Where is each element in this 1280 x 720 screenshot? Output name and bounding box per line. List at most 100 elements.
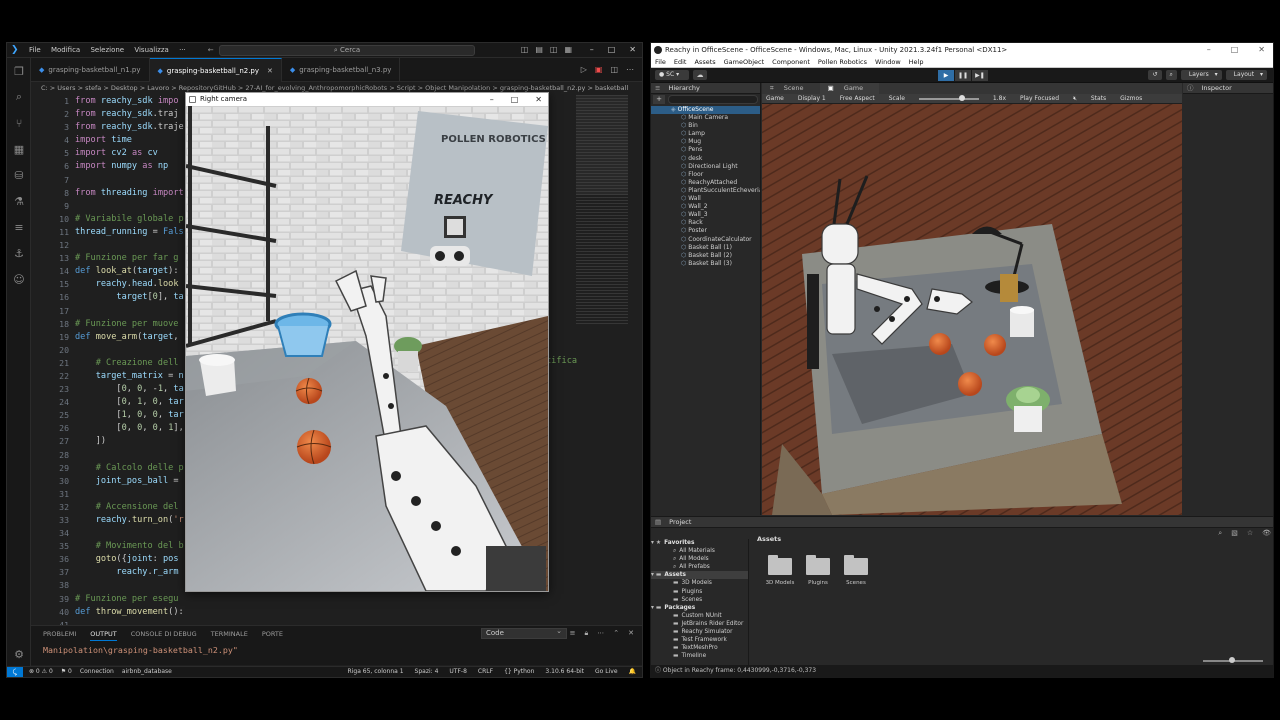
- display-dropdown[interactable]: Display 1: [798, 94, 826, 103]
- tab-scene[interactable]: ⌗ Scene: [762, 83, 820, 94]
- tab-problems[interactable]: PROBLEMI: [43, 630, 76, 641]
- status-connection[interactable]: Connection: [80, 667, 114, 677]
- unity-menu-edit[interactable]: Edit: [674, 57, 687, 67]
- filter-list-icon[interactable]: ≡: [570, 629, 576, 638]
- customize-layout-icon[interactable]: ▦: [564, 45, 572, 54]
- hierarchy-item[interactable]: ⬡ PlantSucculentEcheveria: [651, 187, 760, 195]
- folder-plugins[interactable]: Plugins: [803, 555, 833, 586]
- status-indent[interactable]: Spazi: 4: [415, 667, 439, 677]
- remote-indicator-icon[interactable]: ⤹: [7, 667, 23, 677]
- project-tree-item[interactable]: ▬ JetBrains Rider Editor: [651, 620, 748, 628]
- cloud-icon[interactable]: ☁: [693, 70, 707, 80]
- maximize-icon[interactable]: □: [1231, 43, 1239, 57]
- unity-menu-help[interactable]: Help: [909, 57, 924, 67]
- stats-button[interactable]: Stats: [1091, 94, 1106, 103]
- unity-menu-component[interactable]: Component: [772, 57, 810, 67]
- toggle-panel-icon[interactable]: ▤: [535, 45, 543, 54]
- project-tree-item[interactable]: ▬ Timeline: [651, 652, 748, 660]
- hierarchy-item[interactable]: ⬡ Floor: [651, 171, 760, 179]
- close-icon[interactable]: ✕: [1258, 43, 1265, 57]
- icon-size-slider[interactable]: [1203, 657, 1263, 663]
- toggle-secondary-icon[interactable]: ◫: [550, 45, 558, 54]
- project-tree-item[interactable]: ▬ Reachy Simulator: [651, 628, 748, 636]
- project-tree-item[interactable]: ⌕ All Prefabs: [651, 563, 748, 571]
- minimize-icon[interactable]: –: [590, 45, 594, 54]
- minimap-viewport[interactable]: [576, 95, 628, 195]
- hierarchy-item[interactable]: ⬡ Mug: [651, 138, 760, 146]
- project-tree-item[interactable]: ⌕ All Materials: [651, 547, 748, 555]
- pause-button[interactable]: ❚❚: [955, 70, 971, 81]
- game-dropdown[interactable]: Game: [766, 94, 784, 103]
- minimize-icon[interactable]: –: [1207, 43, 1211, 57]
- close-icon[interactable]: ✕: [629, 45, 636, 54]
- close-panel-icon[interactable]: ✕: [628, 629, 634, 638]
- unity-menu-file[interactable]: File: [655, 57, 666, 67]
- aspect-dropdown[interactable]: Free Aspect: [840, 94, 875, 103]
- history-icon[interactable]: ↺: [1148, 70, 1162, 80]
- favorites-header[interactable]: ▾ ★ Favorites: [651, 539, 748, 547]
- lock-icon[interactable]: 🔒︎: [585, 629, 589, 638]
- project-tree-item[interactable]: ▬ Test Framework: [651, 636, 748, 644]
- testing-icon[interactable]: ⚗: [7, 188, 31, 214]
- status-ports[interactable]: ⚑ 0: [61, 667, 72, 677]
- tab-file-3[interactable]: ◆ grasping-basketball_n3.py: [282, 58, 401, 82]
- close-icon[interactable]: ✕: [535, 93, 542, 106]
- packages-header[interactable]: ▾ ▬ Packages: [651, 604, 748, 612]
- unity-menu-pollen[interactable]: Pollen Robotics: [818, 57, 867, 67]
- hierarchy-item[interactable]: ⬡ Bin: [651, 122, 760, 130]
- status-database[interactable]: airbnb_database: [122, 667, 172, 677]
- hierarchy-title[interactable]: Hierarchy: [668, 83, 699, 93]
- unity-menu-window[interactable]: Window: [875, 57, 901, 67]
- maximize-icon[interactable]: □: [511, 93, 519, 106]
- extensions-icon[interactable]: ▦: [7, 136, 31, 162]
- hierarchy-item[interactable]: ⬡ Main Camera: [651, 114, 760, 122]
- tab-terminal[interactable]: TERMINALE: [211, 630, 248, 641]
- layout-dropdown[interactable]: Layout ▾: [1225, 70, 1267, 80]
- play-focused-dropdown[interactable]: Play Focused: [1020, 94, 1059, 103]
- hierarchy-item[interactable]: ⬡ Basket Ball (3): [651, 260, 760, 268]
- hierarchy-item[interactable]: ⬡ Pens: [651, 146, 760, 154]
- hierarchy-item[interactable]: ⬡ Lamp: [651, 130, 760, 138]
- hierarchy-item[interactable]: ⬡ Wall_3: [651, 211, 760, 219]
- hierarchy-item[interactable]: ⬡ Wall: [651, 195, 760, 203]
- toggle-sidebar-icon[interactable]: ◫: [521, 45, 529, 54]
- search-icon[interactable]: ⌕: [7, 84, 31, 110]
- folder-3d-models[interactable]: 3D Models: [765, 555, 795, 586]
- layers-dropdown[interactable]: Layers ▾: [1180, 70, 1222, 80]
- settings-gear-icon[interactable]: ⚙: [7, 641, 31, 667]
- unity-menu-gameobject[interactable]: GameObject: [724, 57, 765, 67]
- tab-close-icon[interactable]: ✕: [267, 59, 273, 83]
- more-actions-icon[interactable]: ⋯: [626, 65, 634, 74]
- menu-file[interactable]: File: [29, 46, 41, 54]
- more-icon[interactable]: ⋯: [597, 629, 604, 638]
- hierarchy-item[interactable]: ⬡ Basket Ball (1): [651, 244, 760, 252]
- tab-file-2[interactable]: ◆ grasping-basketball_n2.py ✕: [149, 58, 282, 83]
- status-encoding[interactable]: UTF-8: [449, 667, 467, 677]
- menu-modifica[interactable]: Modifica: [51, 46, 80, 54]
- tab-file-1[interactable]: ◆ grasping-basketball_n1.py: [31, 58, 150, 82]
- hierarchy-search-input[interactable]: [668, 95, 758, 104]
- status-go-live[interactable]: Go Live: [595, 667, 617, 677]
- assets-header[interactable]: ▾ ▬ Assets: [651, 571, 748, 580]
- project-tree-item[interactable]: ▬ Scenes: [651, 596, 748, 604]
- tab-ports[interactable]: PORTE: [262, 630, 283, 641]
- scale-slider[interactable]: [918, 95, 979, 101]
- hierarchy-item[interactable]: ⬡ CoordinateCalculator: [651, 236, 760, 244]
- tab-debug-console[interactable]: CONSOLE DI DEBUG: [131, 630, 197, 641]
- project-tree-item[interactable]: ▬ Custom NUnit: [651, 612, 748, 620]
- hierarchy-item[interactable]: ⬡ Rack: [651, 219, 760, 227]
- scene-root[interactable]: ◈ OfficeScene: [651, 106, 760, 115]
- hierarchy-item[interactable]: ⬡ Poster: [651, 227, 760, 235]
- minimize-icon[interactable]: –: [490, 93, 494, 106]
- project-tree-item[interactable]: ▬ Plugins: [651, 588, 748, 596]
- maximize-icon[interactable]: □: [608, 45, 616, 54]
- gizmos-button[interactable]: Gizmos: [1120, 94, 1142, 103]
- tab-game[interactable]: ▣ Game: [819, 83, 880, 94]
- split-editor-icon[interactable]: ◫: [610, 65, 618, 74]
- copilot-icon[interactable]: ☺: [7, 266, 31, 292]
- unity-menu-assets[interactable]: Assets: [694, 57, 715, 67]
- explorer-icon[interactable]: ❐: [7, 58, 31, 84]
- minimap[interactable]: [576, 95, 628, 325]
- hierarchy-item[interactable]: ⬡ desk: [651, 155, 760, 163]
- command-search-input[interactable]: ⌕ Cerca: [219, 45, 475, 56]
